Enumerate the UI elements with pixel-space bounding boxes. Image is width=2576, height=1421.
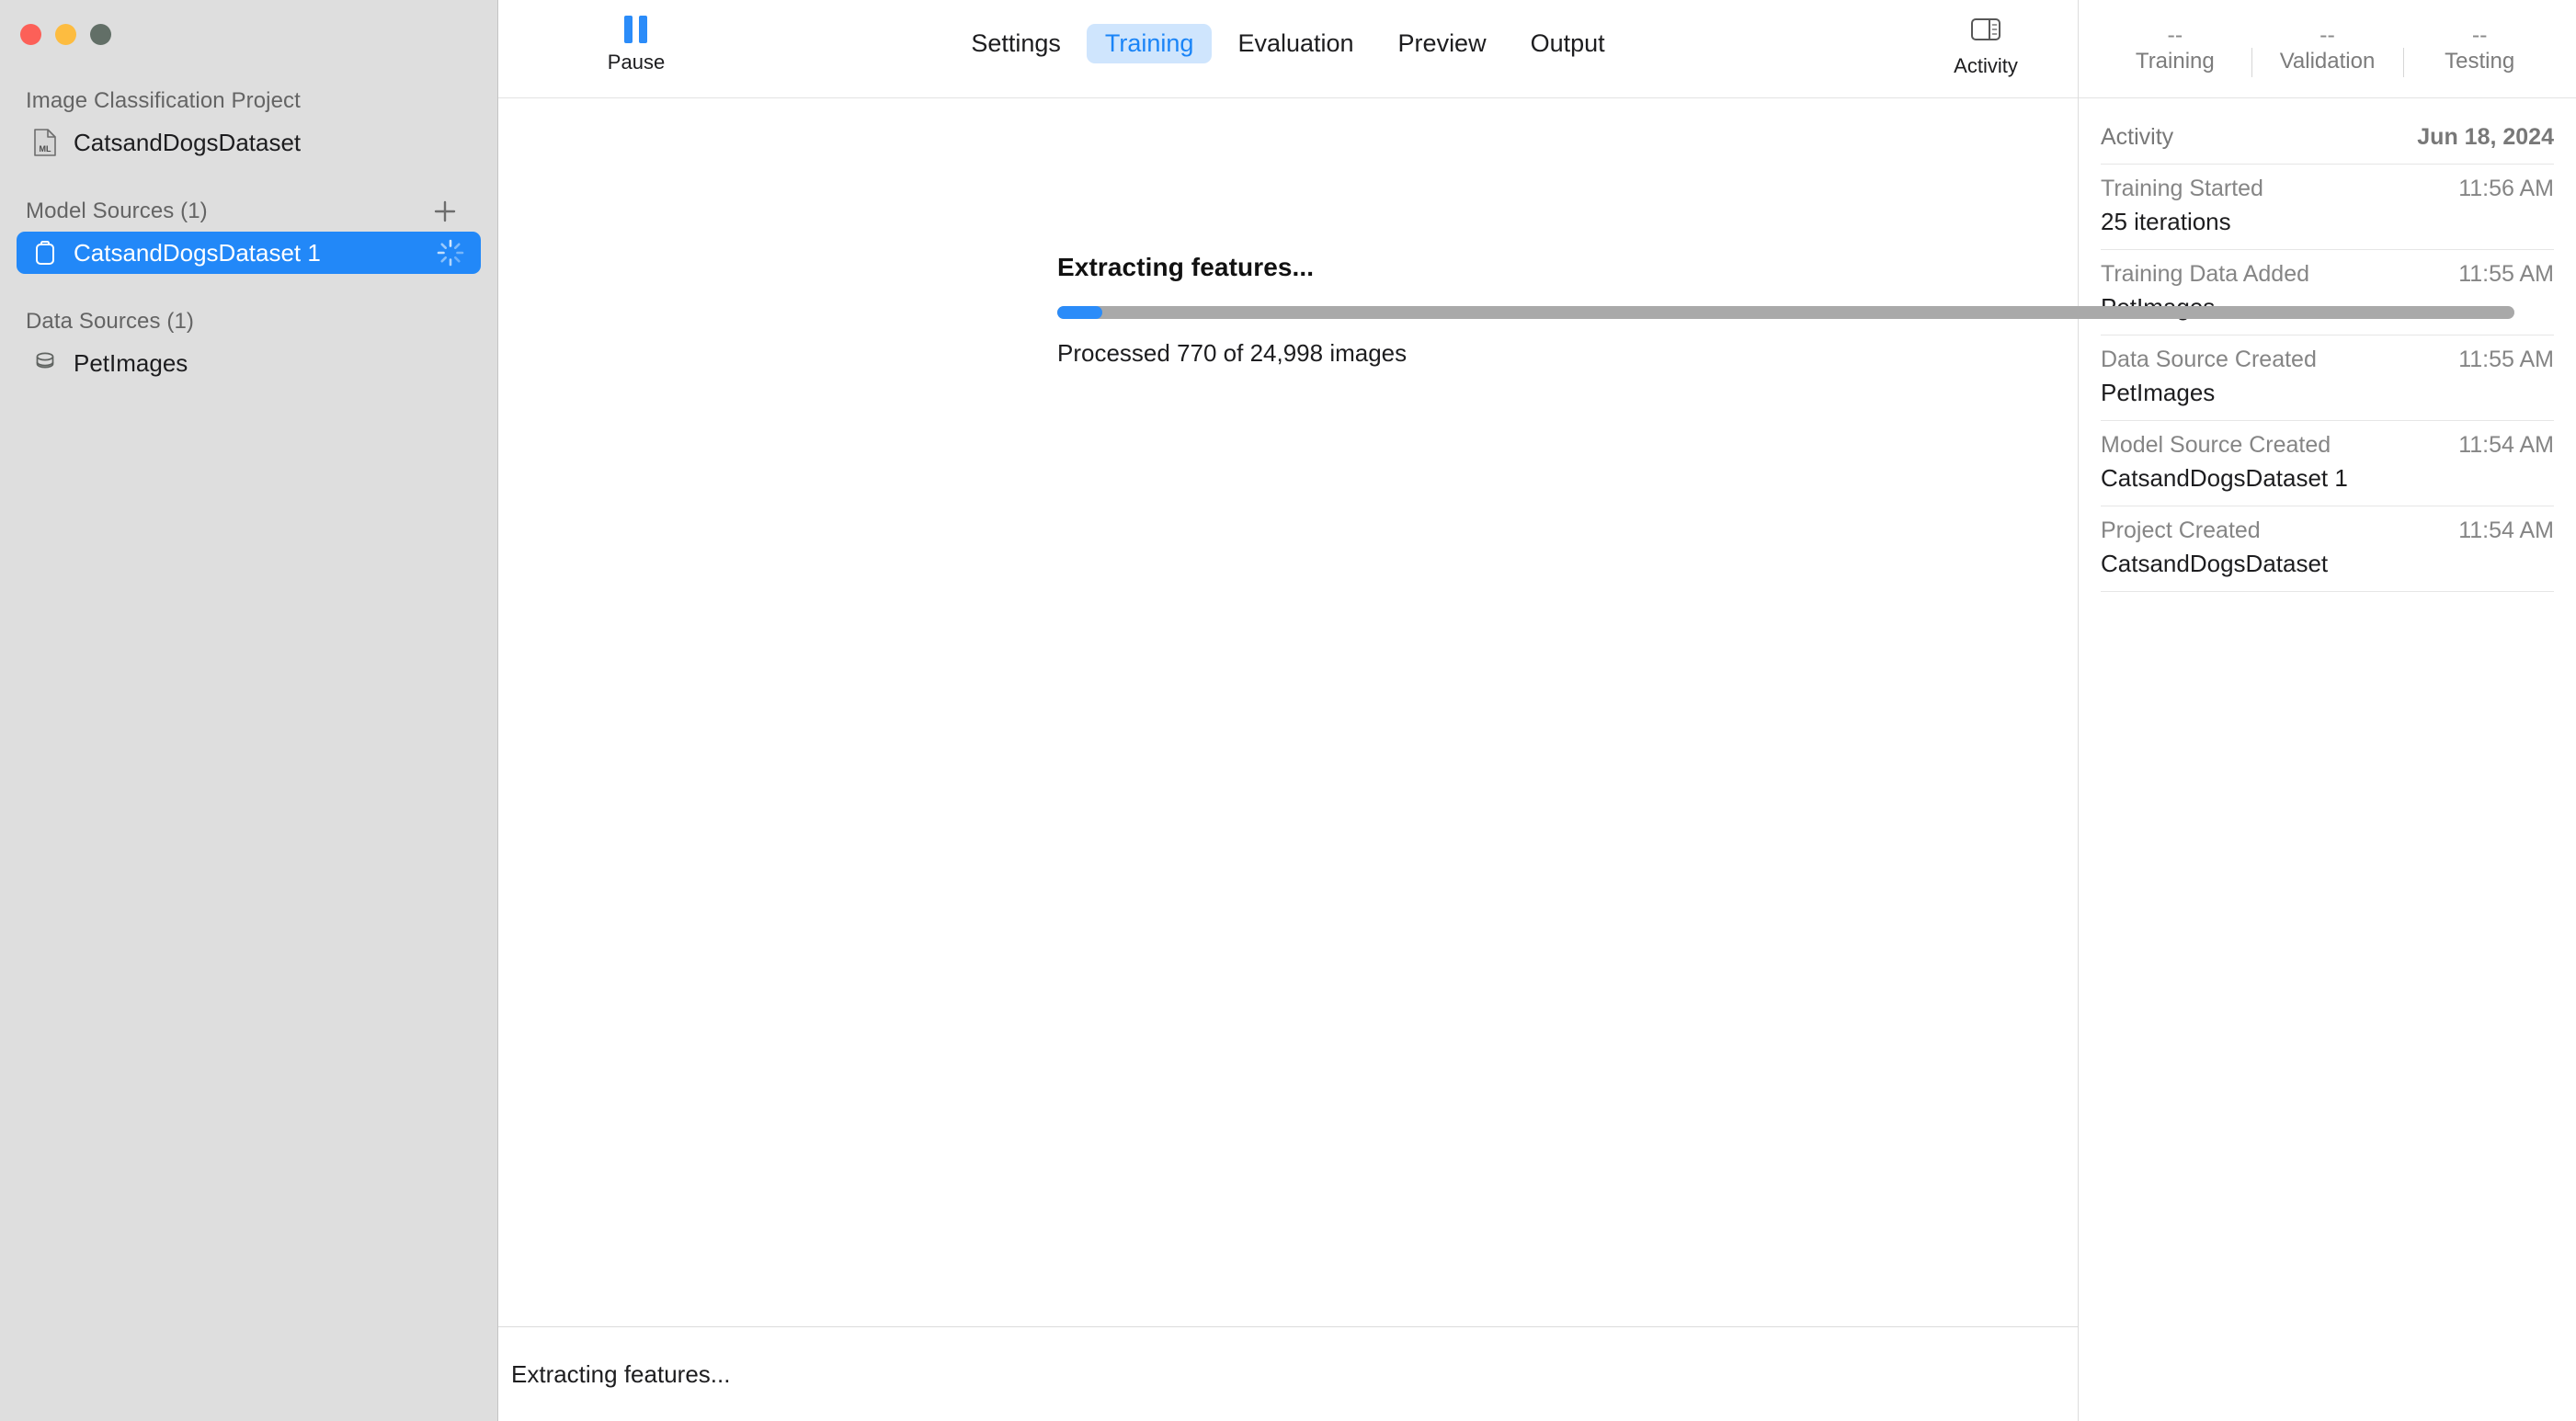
activity-toggle-label: Activity xyxy=(1954,54,2018,78)
progress-title: Extracting features... xyxy=(1057,253,2023,282)
activity-item-title: Model Source Created xyxy=(2101,432,2331,459)
activity-item-title: Training Data Added xyxy=(2101,261,2309,288)
sidebar-item-data-source[interactable]: PetImages xyxy=(17,342,481,384)
activity-item-title: Project Created xyxy=(2101,517,2261,544)
sidebar-section-data-sources: Data Sources (1) xyxy=(0,307,497,336)
metric-training-value: -- xyxy=(2168,24,2183,42)
sidebar-item-model-source[interactable]: CatsandDogsDataset 1 xyxy=(17,232,481,274)
tab-evaluation[interactable]: Evaluation xyxy=(1219,24,1372,63)
activity-item-title: Training Started xyxy=(2101,176,2263,202)
activity-list-item[interactable]: Project Created 11:54 AM CatsandDogsData… xyxy=(2101,506,2554,592)
activity-item-time: 11:55 AM xyxy=(2458,347,2554,373)
minimize-window-button[interactable] xyxy=(55,24,76,45)
pause-button-label: Pause xyxy=(608,51,665,74)
activity-item-subtitle: 25 iterations xyxy=(2101,208,2554,236)
pause-icon xyxy=(624,15,647,44)
metric-training: -- Training xyxy=(2099,24,2251,74)
activity-list-item[interactable]: Training Started 11:56 AM 25 iterations xyxy=(2101,164,2554,249)
sidebar-section-data-sources-label: Data Sources (1) xyxy=(26,309,194,335)
pause-button[interactable]: Pause xyxy=(608,15,665,74)
maximize-window-button[interactable] xyxy=(90,24,111,45)
activity-item-title: Data Source Created xyxy=(2101,347,2317,373)
metric-validation: -- Validation xyxy=(2251,24,2404,74)
activity-item-time: 11:54 AM xyxy=(2458,432,2554,459)
activity-panel-date: Jun 18, 2024 xyxy=(2417,124,2554,151)
tab-training[interactable]: Training xyxy=(1087,24,1213,63)
tab-preview[interactable]: Preview xyxy=(1380,24,1505,63)
main-area: Pause Settings Training Evaluation Previ… xyxy=(498,0,2079,1421)
tab-settings[interactable]: Settings xyxy=(952,24,1079,63)
sidebar-item-model-source-label: CatsandDogsDataset 1 xyxy=(74,239,420,267)
model-box-icon xyxy=(31,238,59,267)
window-controls xyxy=(0,0,497,50)
activity-item-time: 11:54 AM xyxy=(2458,517,2554,544)
training-progress-block: Extracting features... Processed 770 of … xyxy=(1057,253,2023,368)
activity-item-subtitle: CatsandDogsDataset 1 xyxy=(2101,464,2554,493)
activity-panel: -- Training -- Validation -- Testing Act… xyxy=(2079,0,2576,1421)
metric-testing-value: -- xyxy=(2472,24,2488,42)
sidebar-section-model-sources-label: Model Sources (1) xyxy=(26,199,208,224)
activity-item-subtitle: PetImages xyxy=(2101,379,2554,407)
activity-item-time: 11:56 AM xyxy=(2458,176,2554,202)
activity-item-subtitle: CatsandDogsDataset xyxy=(2101,550,2554,578)
tab-output[interactable]: Output xyxy=(1512,24,1624,63)
close-window-button[interactable] xyxy=(20,24,41,45)
svg-text:ML: ML xyxy=(40,144,51,153)
activity-item-time: 11:55 AM xyxy=(2458,261,2554,288)
add-model-source-button[interactable] xyxy=(429,196,461,227)
sidebar-item-project-label: CatsandDogsDataset xyxy=(74,129,466,157)
progress-subtitle: Processed 770 of 24,998 images xyxy=(1057,339,2023,368)
ml-document-icon: ML xyxy=(31,128,59,157)
metric-testing-label: Testing xyxy=(2445,49,2514,74)
sidebar-section-project: Image Classification Project xyxy=(0,86,497,116)
activity-list-item[interactable]: Model Source Created 11:54 AM CatsandDog… xyxy=(2101,420,2554,506)
activity-panel-title: Activity xyxy=(2101,124,2173,151)
progress-bar-fill xyxy=(1057,306,1102,319)
sidebar: Image Classification Project ML CatsandD… xyxy=(0,0,498,1421)
sidebar-item-project[interactable]: ML CatsandDogsDataset xyxy=(17,121,481,164)
activity-list-item[interactable]: Data Source Created 11:55 AM PetImages xyxy=(2101,335,2554,420)
toolbar-left-group: Pause xyxy=(498,0,774,74)
metric-validation-value: -- xyxy=(2320,24,2335,42)
metric-training-label: Training xyxy=(2136,49,2215,74)
activity-panel-header: Activity Jun 18, 2024 xyxy=(2079,98,2576,164)
metric-testing: -- Testing xyxy=(2403,24,2556,74)
status-bar: Extracting features... xyxy=(498,1326,2078,1421)
spinner-icon xyxy=(435,237,466,268)
status-bar-text: Extracting features... xyxy=(511,1360,730,1389)
sidebar-item-data-source-label: PetImages xyxy=(74,349,466,378)
app-window: Image Classification Project ML CatsandD… xyxy=(0,0,2576,1421)
sidebar-section-model-sources: Model Sources (1) xyxy=(0,197,497,226)
toolbar: Pause Settings Training Evaluation Previ… xyxy=(498,0,2078,98)
metrics-summary: -- Training -- Validation -- Testing xyxy=(2079,0,2576,98)
metric-validation-label: Validation xyxy=(2280,49,2376,74)
activity-toggle-button[interactable]: Activity xyxy=(1954,17,2018,78)
activity-list: Training Started 11:56 AM 25 iterations … xyxy=(2079,164,2576,592)
activity-list-item[interactable]: Training Data Added 11:55 AM PetImages xyxy=(2101,249,2554,335)
progress-bar xyxy=(1057,306,2514,319)
toolbar-right-group: Activity xyxy=(1894,0,2078,98)
training-content: Extracting features... Processed 770 of … xyxy=(498,98,2078,1326)
database-icon xyxy=(31,348,59,378)
sidebar-section-project-label: Image Classification Project xyxy=(26,88,301,114)
sidebar-panel-icon xyxy=(1970,17,2001,47)
